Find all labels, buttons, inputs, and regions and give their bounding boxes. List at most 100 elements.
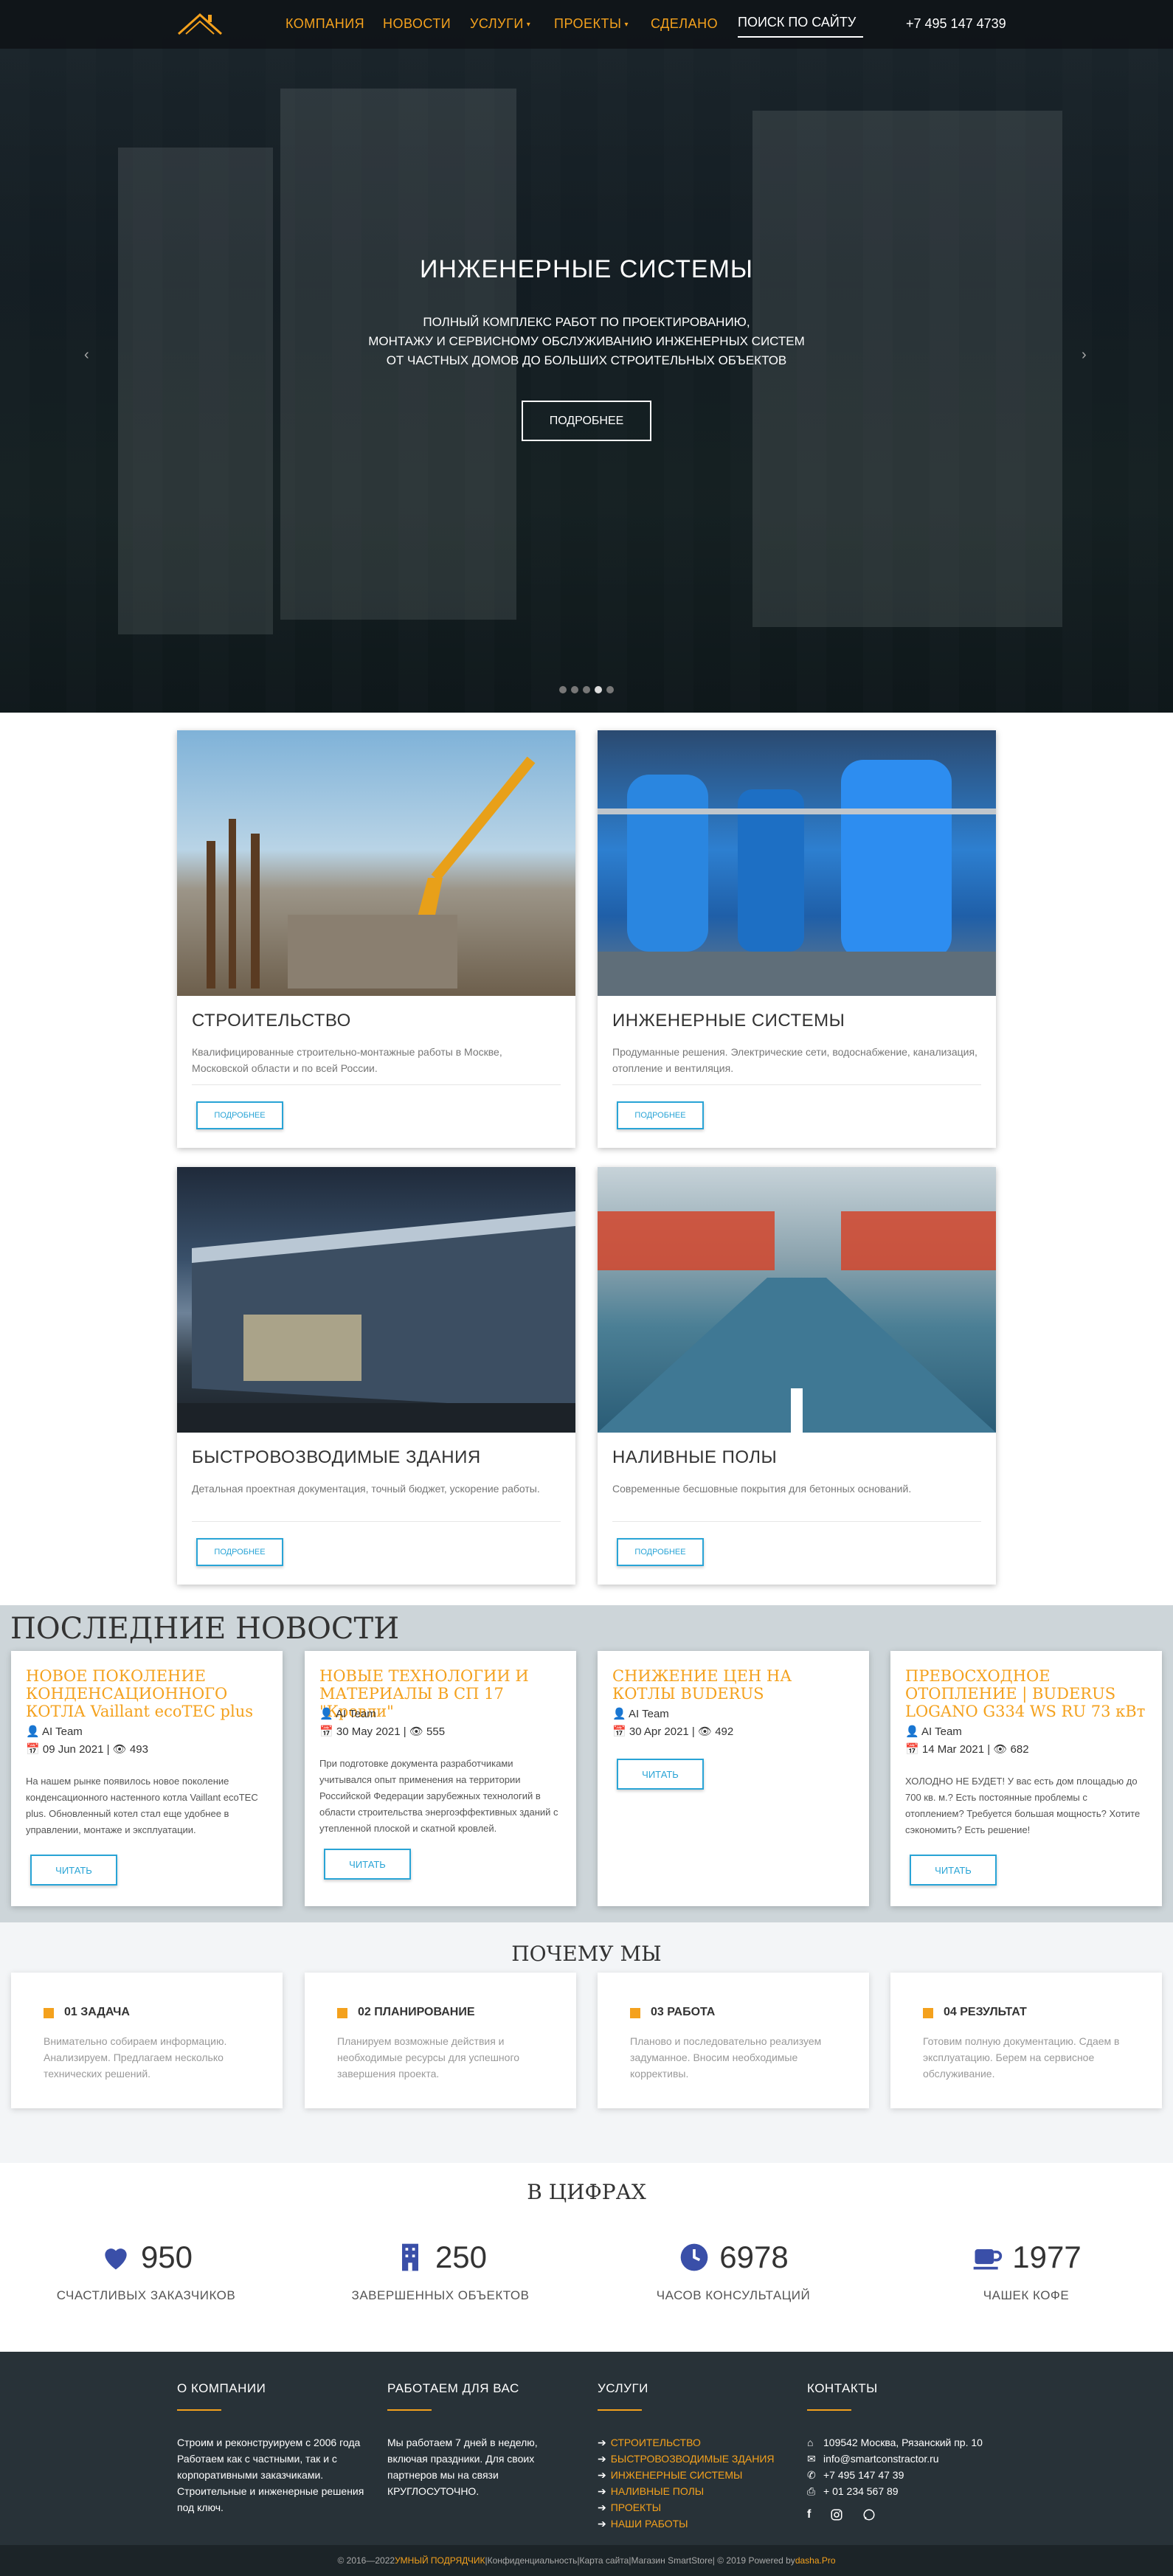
arrow-right-icon: ➔ bbox=[598, 2469, 606, 2481]
why-card: 03 РАБОТА Планово и последовательно реал… bbox=[598, 1973, 869, 2108]
nav-projects-label: ПРОЕКТЫ bbox=[554, 16, 622, 31]
hero-subtitle-line: ПОЛНЫЙ КОМПЛЕКС РАБОТ ПО ПРОЕКТИРОВАНИЮ, bbox=[423, 315, 750, 329]
copyright: © 2016—2022 bbox=[337, 2555, 395, 2566]
contact-phone[interactable]: +7 495 147 47 39 bbox=[823, 2469, 904, 2481]
slider-dot[interactable] bbox=[559, 686, 567, 693]
service-image-construction bbox=[177, 730, 575, 996]
stat-customers: 950 СЧАСТЛИВЫХ ЗАКАЗЧИКОВ bbox=[35, 2235, 257, 2303]
contact-email[interactable]: info@smartconstractor.ru bbox=[823, 2453, 939, 2465]
contact-fax: + 01 234 567 89 bbox=[823, 2485, 899, 2497]
nav-done[interactable]: СДЕЛАНО bbox=[651, 16, 718, 32]
news-views: 682 bbox=[1010, 1743, 1029, 1756]
footer-link[interactable]: ➔ НАЛИВНЫЕ ПОЛЫ bbox=[598, 2483, 775, 2499]
footer-work-text: Мы работаем 7 дней в неделю, включая пра… bbox=[387, 2437, 538, 2497]
why-card: 04 РЕЗУЛЬТАТ Готовим полную документацию… bbox=[890, 1973, 1162, 2108]
footer-link[interactable]: ➔ ПРОЕКТЫ bbox=[598, 2499, 775, 2516]
footer-link-label: НАЛИВНЫЕ ПОЛЫ bbox=[610, 2485, 705, 2497]
news-title[interactable]: ПРЕВОСХОДНОЕ ОТОПЛЕНИЕ | BUDERUS LOGANO … bbox=[905, 1667, 1149, 1720]
stat-value: 250 bbox=[435, 2240, 488, 2274]
news-read-button[interactable]: ЧИТАТЬ bbox=[30, 1855, 117, 1886]
stat-value: 6978 bbox=[719, 2240, 789, 2274]
service-more-button[interactable]: ПОДРОБНЕЕ bbox=[196, 1101, 283, 1129]
news-author: AI Team bbox=[921, 1725, 962, 1738]
whatsapp-icon[interactable] bbox=[862, 2508, 876, 2521]
footer-underline bbox=[598, 2409, 642, 2411]
numbers-heading: В ЦИФРАХ bbox=[527, 2180, 646, 2204]
news-text: На нашем рынке появилось новое поколение… bbox=[26, 1776, 258, 1835]
news-views: 493 bbox=[129, 1743, 148, 1756]
news-views: 555 bbox=[426, 1725, 446, 1738]
store-link[interactable]: Магазин SmartStore bbox=[631, 2555, 712, 2566]
footer-link[interactable]: ➔ ИНЖЕНЕРНЫЕ СИСТЕМЫ bbox=[598, 2467, 775, 2483]
stat-value: 950 bbox=[140, 2240, 193, 2274]
contact-address: 109542 Москва, Рязанский пр. 10 bbox=[823, 2437, 983, 2448]
service-more-button[interactable]: ПОДРОБНЕЕ bbox=[196, 1538, 283, 1566]
service-title: НАЛИВНЫЕ ПОЛЫ bbox=[612, 1447, 778, 1467]
news-date: 30 Apr 2021 bbox=[629, 1725, 689, 1738]
facebook-icon[interactable]: f bbox=[807, 2508, 811, 2521]
search-input[interactable]: ПОИСК ПО САЙТУ bbox=[738, 15, 863, 38]
nav-company[interactable]: КОМПАНИЯ bbox=[286, 16, 364, 32]
slider-prev-icon[interactable]: ‹ bbox=[84, 347, 89, 364]
news-views: 492 bbox=[715, 1725, 734, 1738]
footer-link[interactable]: ➔ НАШИ РАБОТЫ bbox=[598, 2516, 775, 2532]
service-card-engineering: ИНЖЕНЕРНЫЕ СИСТЕМЫ Продуманные решения. … bbox=[598, 730, 996, 1148]
house-logo-icon[interactable] bbox=[176, 10, 224, 37]
news-date: 14 Mar 2021 bbox=[921, 1743, 985, 1756]
orange-square-icon bbox=[630, 2008, 640, 2018]
news-date: 30 May 2021 bbox=[336, 1725, 401, 1738]
hero-subtitle: ПОЛНЫЙ КОМПЛЕКС РАБОТ ПО ПРОЕКТИРОВАНИЮ,… bbox=[291, 313, 882, 370]
news-read-button[interactable]: ЧИТАТЬ bbox=[910, 1855, 997, 1886]
news-title[interactable]: НОВОЕ ПОКОЛЕНИЕ КОНДЕНСАЦИОННОГО КОТЛА V… bbox=[26, 1667, 269, 1720]
news-date: 09 Jun 2021 bbox=[42, 1743, 104, 1756]
why-card: 01 ЗАДАЧА Внимательно собираем информаци… bbox=[11, 1973, 283, 2108]
news-card: ПРЕВОСХОДНОЕ ОТОПЛЕНИЕ | BUDERUS LOGANO … bbox=[890, 1651, 1162, 1906]
stat-hours: 6978 ЧАСОВ КОНСУЛЬТАЦИЙ bbox=[623, 2235, 844, 2303]
arrow-right-icon: ➔ bbox=[598, 2518, 606, 2530]
footer-underline bbox=[387, 2409, 432, 2411]
footer-contact-list: ⌂ 109542 Москва, Рязанский пр. 10 ✉ info@s… bbox=[807, 2434, 983, 2499]
boiler-room-image-icon bbox=[598, 760, 996, 996]
user-icon: 👤 bbox=[905, 1725, 919, 1738]
brand-link[interactable]: УМНЫЙ ПОДРЯДЧИК bbox=[395, 2555, 485, 2566]
hero-more-button[interactable]: ПОДРОБНЕЕ bbox=[522, 401, 651, 441]
footer-heading: РАБОТАЕМ ДЛЯ ВАС bbox=[387, 2381, 519, 2395]
nav-news[interactable]: НОВОСТИ bbox=[383, 16, 451, 32]
service-title: ИНЖЕНЕРНЫЕ СИСТЕМЫ bbox=[612, 1011, 845, 1031]
header-phone[interactable]: +7 495 147 4739 bbox=[906, 16, 1006, 32]
slider-dot[interactable] bbox=[606, 686, 614, 693]
slider-dot[interactable] bbox=[571, 686, 578, 693]
chevron-down-icon: ▾ bbox=[526, 20, 531, 29]
nav-services-label: УСЛУГИ bbox=[470, 16, 524, 31]
footer-link[interactable]: ➔ СТРОИТЕЛЬСТВО bbox=[598, 2434, 775, 2451]
news-read-button[interactable]: ЧИТАТЬ bbox=[617, 1759, 704, 1790]
why-title: 04 РЕЗУЛЬТАТ bbox=[944, 2006, 1027, 2018]
news-text: При подготовке документа разработчиками … bbox=[319, 1758, 558, 1834]
slider-next-icon[interactable]: › bbox=[1082, 347, 1087, 364]
why-text: Планово и последовательно реализуем заду… bbox=[630, 2035, 822, 2080]
news-read-button[interactable]: ЧИТАТЬ bbox=[324, 1849, 411, 1880]
slider-dot[interactable] bbox=[583, 686, 590, 693]
stat-coffee: 1977 ЧАШЕК КОФЕ bbox=[916, 2235, 1137, 2303]
service-more-button[interactable]: ПОДРОБНЕЕ bbox=[617, 1101, 704, 1129]
powered-link[interactable]: dasha.Pro bbox=[795, 2555, 836, 2566]
service-title: СТРОИТЕЛЬСТВО bbox=[192, 1011, 351, 1031]
heart-icon bbox=[105, 2248, 127, 2270]
slider-dot-active[interactable] bbox=[595, 686, 602, 693]
hero-subtitle-line: ОТ ЧАСТНЫХ ДОМОВ ДО БОЛЬШИХ СТРОИТЕЛЬНЫХ… bbox=[386, 353, 787, 367]
nav-projects[interactable]: ПРОЕКТЫ ▾ bbox=[554, 16, 629, 32]
news-title[interactable]: СНИЖЕНИЕ ЦЕН НА КОТЛЫ BUDERUS bbox=[612, 1667, 856, 1703]
nav-services[interactable]: УСЛУГИ ▾ bbox=[470, 16, 530, 32]
privacy-link[interactable]: Конфиденциальность bbox=[488, 2555, 578, 2566]
sitemap-link[interactable]: Карта сайта bbox=[579, 2555, 629, 2566]
stat-value: 1977 bbox=[1012, 2240, 1082, 2274]
hero-slider: ИНЖЕНЕРНЫЕ СИСТЕМЫ ПОЛНЫЙ КОМПЛЕКС РАБОТ… bbox=[0, 0, 1173, 713]
footer-about-text: Строим и реконструируем с 2006 года Рабо… bbox=[177, 2437, 364, 2513]
instagram-icon[interactable] bbox=[830, 2508, 843, 2521]
footer-link[interactable]: ➔ БЫСТРОВОЗВОДИМЫЕ ЗДАНИЯ bbox=[598, 2451, 775, 2467]
top-nav: КОМПАНИЯ НОВОСТИ УСЛУГИ ▾ ПРОЕКТЫ ▾ СДЕЛАН… bbox=[0, 0, 1173, 49]
why-title: 02 ПЛАНИРОВАНИЕ bbox=[358, 2006, 475, 2018]
stat-label: ЧАСОВ КОНСУЛЬТАЦИЙ bbox=[656, 2288, 811, 2302]
service-more-button[interactable]: ПОДРОБНЕЕ bbox=[617, 1538, 704, 1566]
chevron-down-icon: ▾ bbox=[624, 20, 629, 29]
